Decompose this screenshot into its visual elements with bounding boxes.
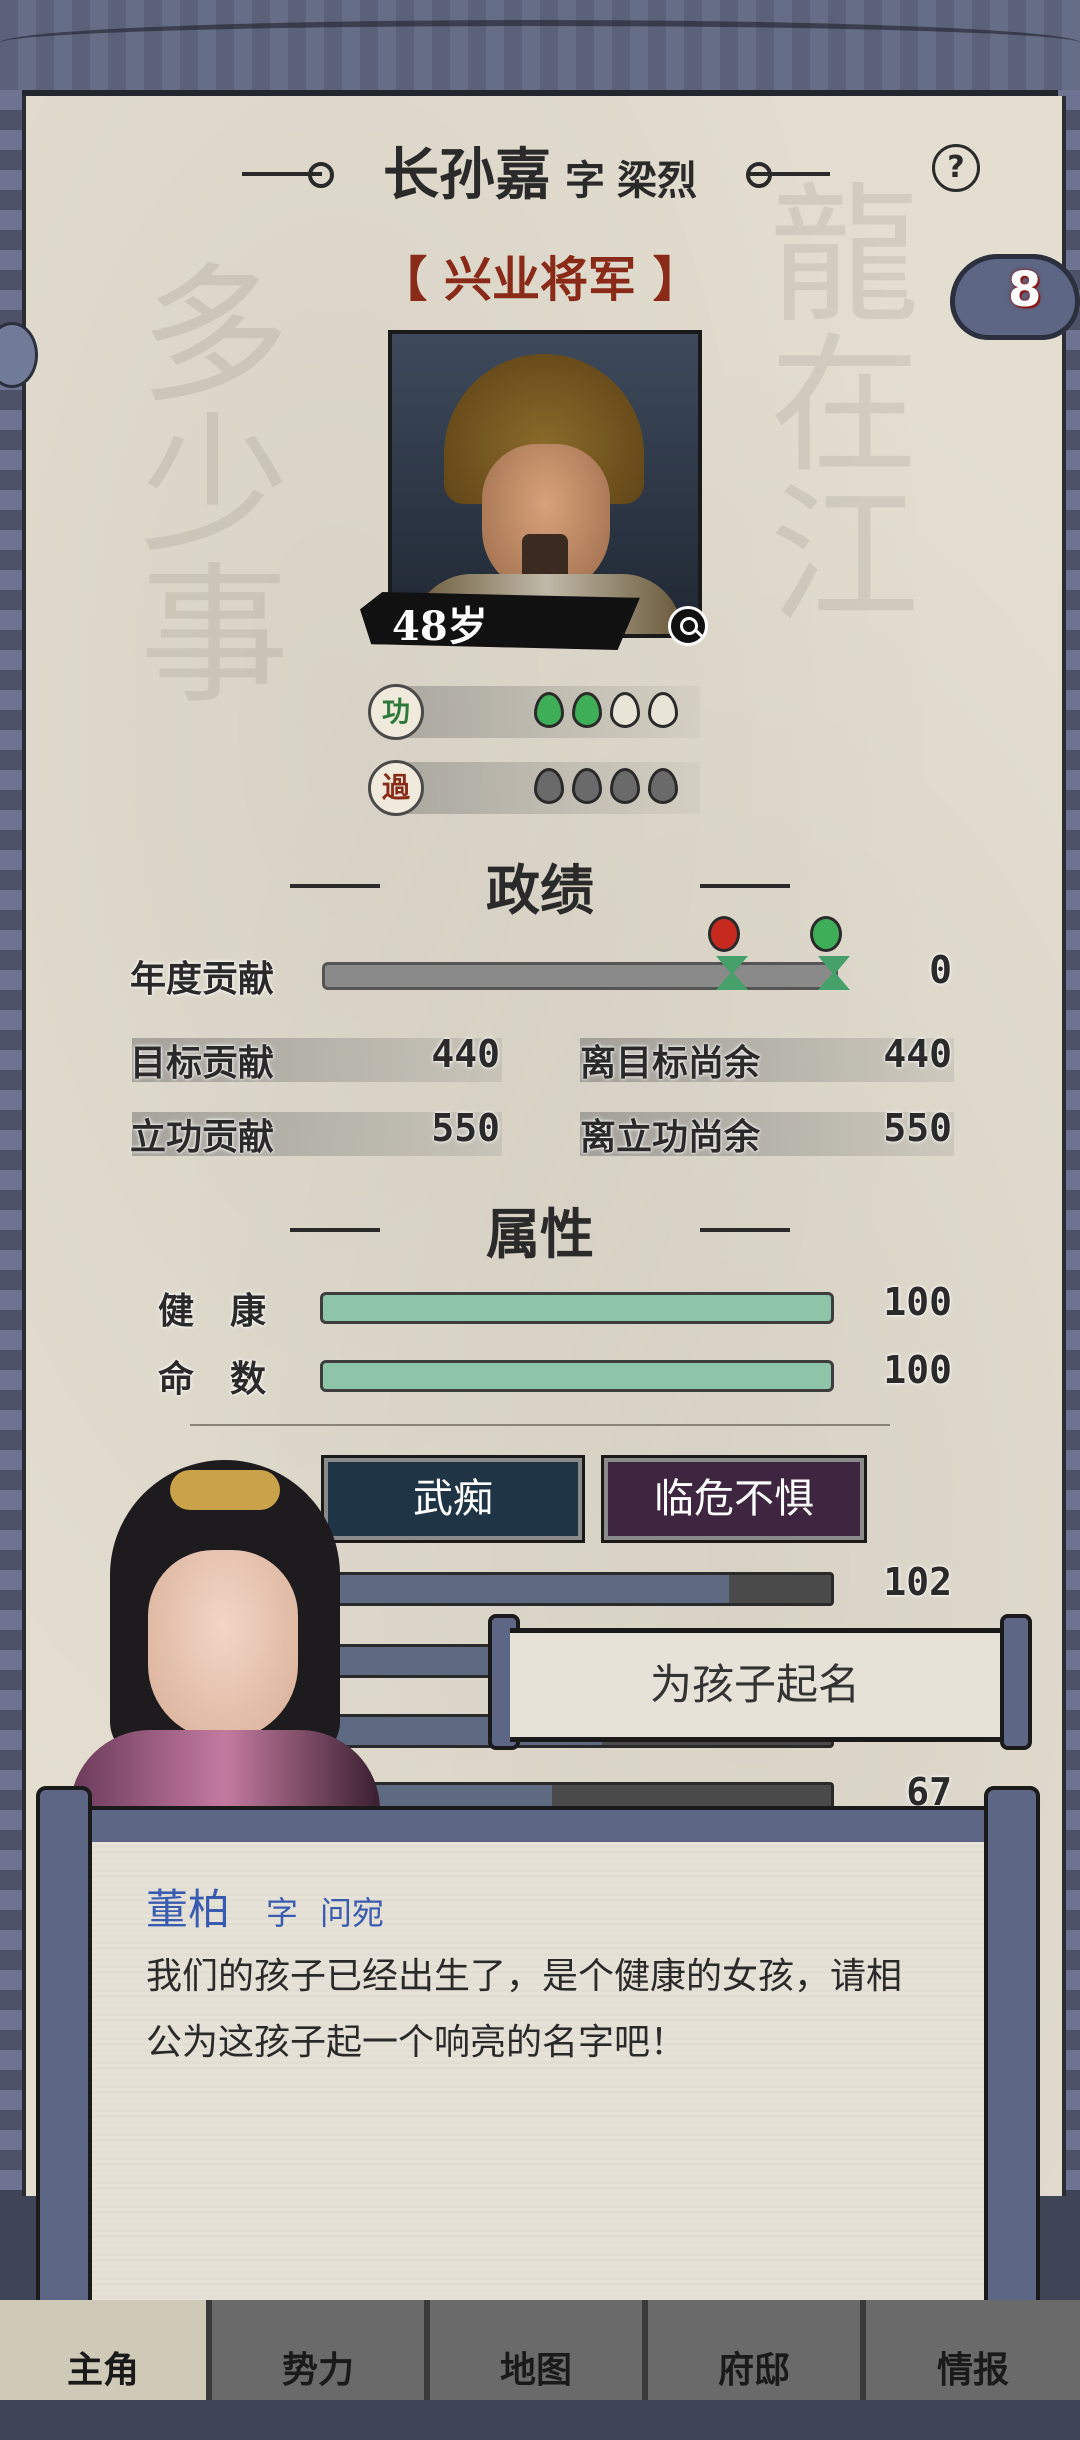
merit-drop-filled: [534, 692, 564, 728]
target-contribution-label: 目标贡献: [130, 1042, 275, 1084]
official-title: 【 兴业将军 】: [379, 252, 701, 308]
speaker-courtesy-name: 问宛: [320, 1894, 385, 1932]
scroll-roll-right: [1000, 1614, 1032, 1750]
merit-contribution-value: 550: [431, 1106, 500, 1150]
fault-badge: 過: [368, 760, 424, 816]
hair-ornament: [170, 1470, 280, 1510]
left-frame: [0, 90, 22, 2190]
help-icon[interactable]: ?: [932, 144, 980, 192]
speaker-name: 董柏: [146, 1885, 231, 1934]
zi-label: 字: [565, 157, 605, 204]
dialog-text: 我们的孩子已经出生了，是个健康的女孩，请相公为这孩子起一个响亮的名字吧！: [146, 1956, 903, 2063]
fault-drop-empty: [572, 768, 602, 804]
cloud-badge[interactable]: 8: [950, 254, 1080, 340]
merit-badge: 功: [368, 684, 424, 740]
top-banner: [0, 0, 1080, 96]
fault-drop-empty: [534, 768, 564, 804]
skill-bar: [320, 1572, 834, 1606]
trait-tag[interactable]: 临危不惧: [604, 1458, 864, 1540]
merit-drop-empty: [648, 692, 678, 728]
performance-title: 政绩: [486, 858, 594, 922]
remaining-merit-value: 550: [883, 1106, 952, 1150]
general-portrait[interactable]: [388, 330, 702, 638]
skill-value: 102: [883, 1560, 952, 1604]
character-name: 长孙嘉: [383, 142, 551, 208]
name-child-button[interactable]: 为孩子起名: [510, 1628, 1000, 1742]
annual-contribution-label: 年度贡献: [130, 958, 275, 1000]
remaining-target-value: 440: [883, 1032, 952, 1076]
health-label: 健 康: [158, 1290, 267, 1332]
fate-bar: [320, 1360, 834, 1392]
character-name-row: 长孙嘉字梁烈: [0, 130, 1080, 211]
fault-drop-empty: [648, 768, 678, 804]
search-icon[interactable]: [668, 606, 708, 646]
merit-drop-filled: [572, 692, 602, 728]
divider: [190, 1424, 890, 1426]
nav-tab-intel[interactable]: 情报: [866, 2300, 1080, 2400]
remaining-target-label: 离目标尚余: [580, 1042, 761, 1084]
nav-tab-faction[interactable]: 势力: [212, 2300, 424, 2400]
nav-tab-mansion[interactable]: 府邸: [648, 2300, 860, 2400]
skill-bar-fill: [323, 1575, 730, 1603]
green-marker-icon: [810, 916, 842, 952]
health-value: 100: [883, 1280, 952, 1324]
consort-portrait: [70, 1440, 380, 1820]
remaining-merit-label: 离立功尚余: [580, 1116, 761, 1158]
red-marker-icon: [708, 916, 740, 952]
attributes-title: 属性: [486, 1202, 594, 1266]
dialog-roll-left: [36, 1786, 92, 2334]
nav-tab-protagonist[interactable]: 主角: [0, 2300, 206, 2400]
annual-contribution-value: 0: [929, 948, 952, 992]
speaker-zi-label: 字: [266, 1894, 299, 1932]
target-contribution-value: 440: [431, 1032, 500, 1076]
courtesy-name: 梁烈: [617, 157, 697, 204]
merit-drop-empty: [610, 692, 640, 728]
fate-label: 命 数: [158, 1358, 267, 1400]
fault-drop-empty: [610, 768, 640, 804]
consort-face: [148, 1550, 298, 1740]
background-calligraphy: 多少事: [114, 256, 288, 706]
nav-tab-map[interactable]: 地图: [430, 2300, 642, 2400]
vine-decoration: [0, 20, 1080, 66]
badge-count: 8: [1008, 262, 1042, 318]
merit-contribution-label: 立功贡献: [130, 1116, 275, 1158]
fate-value: 100: [883, 1348, 952, 1392]
age-text: 48岁: [392, 603, 488, 650]
health-bar: [320, 1292, 834, 1324]
annual-contribution-bar: [322, 962, 838, 990]
dialog-roll-right: [984, 1786, 1040, 2334]
